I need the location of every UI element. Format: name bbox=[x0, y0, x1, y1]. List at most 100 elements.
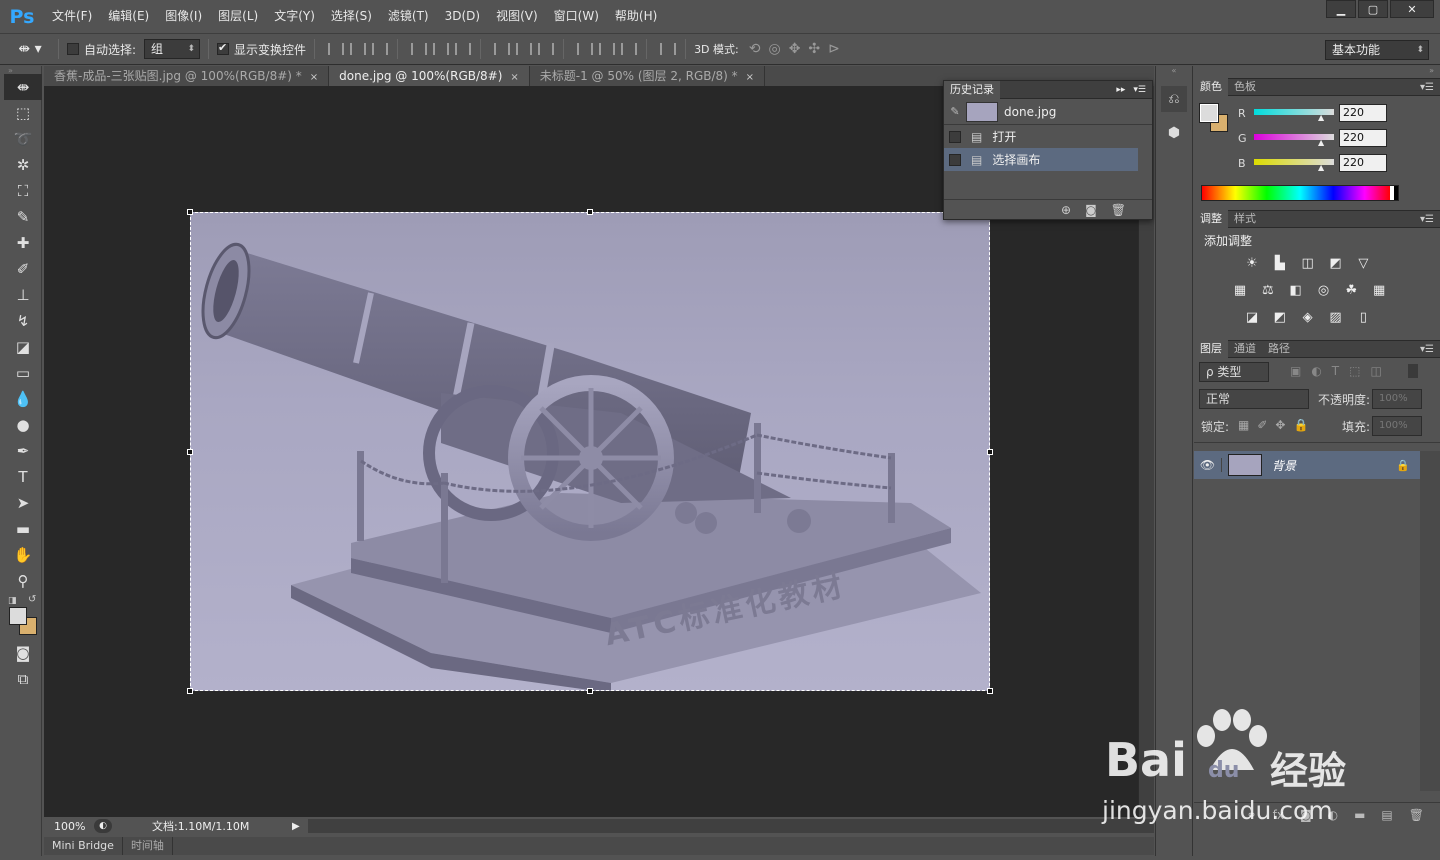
r-value-input[interactable]: 220 bbox=[1339, 104, 1387, 122]
pen-tool-icon[interactable]: ✒ bbox=[4, 438, 42, 464]
levels-icon[interactable]: ▙ bbox=[1271, 256, 1289, 272]
status-menu-icon[interactable]: ◐ bbox=[94, 819, 112, 833]
menu-edit[interactable]: 编辑(E) bbox=[100, 0, 157, 33]
magic-wand-icon[interactable]: ✲ bbox=[4, 152, 42, 178]
history-step[interactable]: ▤ 打开 bbox=[944, 125, 1152, 148]
selective-color-icon[interactable]: ▨ bbox=[1326, 310, 1344, 326]
history-brush-source-checkbox[interactable] bbox=[949, 130, 961, 143]
layer-filter-dropdown[interactable]: ρ 类型 bbox=[1199, 362, 1269, 382]
tab-document-active[interactable]: done.jpg @ 100%(RGB/8#) × bbox=[329, 66, 530, 86]
type-tool-icon[interactable]: T bbox=[4, 464, 42, 490]
menu-image[interactable]: 图像(I) bbox=[157, 0, 210, 33]
brightness-contrast-icon[interactable]: ☀ bbox=[1243, 256, 1261, 272]
document-canvas[interactable]: ATC标准化教材 bbox=[190, 212, 990, 691]
menu-type[interactable]: 文字(Y) bbox=[266, 0, 323, 33]
b-value-input[interactable]: 220 bbox=[1339, 154, 1387, 172]
menu-file[interactable]: 文件(F) bbox=[44, 0, 100, 33]
fill-input[interactable]: 100% bbox=[1372, 416, 1422, 436]
vibrance-icon[interactable]: ▽ bbox=[1354, 256, 1372, 272]
hue-saturation-icon[interactable]: ▦ bbox=[1231, 283, 1249, 299]
photo-filter-icon[interactable]: ◎ bbox=[1314, 283, 1332, 299]
tab-channels[interactable]: 通道 bbox=[1228, 340, 1262, 358]
color-balance-icon[interactable]: ⚖ bbox=[1259, 283, 1277, 299]
transform-handle[interactable] bbox=[587, 209, 593, 215]
hand-tool-icon[interactable]: ✋ bbox=[4, 542, 42, 568]
slider-thumb-icon[interactable]: ▲ bbox=[1318, 163, 1324, 172]
distribute-left-icon[interactable] bbox=[574, 40, 594, 58]
new-document-from-state-icon[interactable]: ⊕ bbox=[1061, 203, 1071, 217]
gradient-tool-icon[interactable]: ▭ bbox=[4, 360, 42, 386]
default-colors-icon[interactable]: ◨ bbox=[8, 596, 17, 606]
auto-select-dropdown[interactable]: 组 bbox=[144, 39, 201, 59]
g-value-input[interactable]: 220 bbox=[1339, 129, 1387, 147]
menu-help[interactable]: 帮助(H) bbox=[607, 0, 665, 33]
collapse-icon[interactable]: « bbox=[1156, 66, 1192, 78]
panel-menu-icon[interactable]: ▾☰ bbox=[1420, 214, 1434, 225]
tab-document[interactable]: 未标题-1 @ 50% (图层 2, RGB/8) * × bbox=[530, 66, 766, 86]
slider-thumb-icon[interactable]: ▲ bbox=[1318, 113, 1324, 122]
3d-rotate-icon[interactable]: ⟲ bbox=[749, 41, 761, 57]
panel-menu-icon[interactable]: ▾☰ bbox=[1420, 344, 1434, 355]
slider-thumb-icon[interactable]: ▲ bbox=[1318, 138, 1324, 147]
filter-toggle-icon[interactable] bbox=[1408, 364, 1418, 378]
tab-layers[interactable]: 图层 bbox=[1194, 340, 1228, 358]
trash-icon[interactable]: 🗑 bbox=[1409, 808, 1424, 822]
close-icon[interactable]: × bbox=[510, 72, 518, 83]
tab-swatches[interactable]: 色板 bbox=[1228, 78, 1262, 96]
3d-panel-icon[interactable]: ⬢ bbox=[1161, 120, 1187, 146]
tab-mini-bridge[interactable]: Mini Bridge bbox=[44, 837, 123, 855]
dodge-tool-icon[interactable]: ● bbox=[4, 412, 42, 438]
swap-colors-icon[interactable]: ↺ bbox=[28, 594, 36, 605]
shape-tool-icon[interactable]: ▬ bbox=[4, 516, 42, 542]
status-expand-icon[interactable]: ▶ bbox=[292, 821, 300, 832]
3d-pan-icon[interactable]: ✥ bbox=[789, 41, 801, 57]
invert-icon[interactable]: ◪ bbox=[1243, 310, 1261, 326]
history-step-selected[interactable]: ▤ 选择画布 bbox=[944, 148, 1138, 171]
posterize-icon[interactable]: ◩ bbox=[1271, 310, 1289, 326]
clone-stamp-icon[interactable]: ⊥ bbox=[4, 282, 42, 308]
transform-handle[interactable] bbox=[187, 209, 193, 215]
collapse-icon[interactable]: » bbox=[4, 66, 41, 75]
menu-layer[interactable]: 图层(L) bbox=[210, 0, 266, 33]
menu-select[interactable]: 选择(S) bbox=[323, 0, 380, 33]
distribute-top-icon[interactable] bbox=[491, 40, 511, 58]
menu-filter[interactable]: 滤镜(T) bbox=[380, 0, 437, 33]
layers-scrollbar[interactable] bbox=[1420, 451, 1440, 791]
history-brush-source-icon[interactable]: ✎ bbox=[944, 105, 966, 118]
zoom-level[interactable]: 100% bbox=[44, 820, 94, 833]
show-transform-checkbox[interactable] bbox=[217, 41, 230, 55]
align-left-icon[interactable] bbox=[408, 40, 428, 58]
foreground-color-swatch[interactable] bbox=[9, 607, 27, 625]
channel-mixer-icon[interactable]: ☘ bbox=[1342, 283, 1360, 299]
transform-handle[interactable] bbox=[987, 449, 993, 455]
menu-view[interactable]: 视图(V) bbox=[488, 0, 546, 33]
panel-menu-icon[interactable]: ▾☰ bbox=[1133, 85, 1146, 95]
menu-3d[interactable]: 3D(D) bbox=[437, 0, 488, 33]
close-icon[interactable]: × bbox=[746, 72, 754, 83]
exposure-icon[interactable]: ◩ bbox=[1326, 256, 1344, 272]
history-snapshot[interactable]: ✎ done.jpg bbox=[944, 99, 1152, 125]
blur-tool-icon[interactable]: 💧 bbox=[4, 386, 42, 412]
transform-handle[interactable] bbox=[187, 449, 193, 455]
lock-icons[interactable]: ▦✐✥🔒 bbox=[1238, 418, 1316, 432]
tab-adjustments[interactable]: 调整 bbox=[1194, 210, 1228, 228]
panel-collapse-icon[interactable]: ▸▸ bbox=[1116, 85, 1125, 95]
align-right-icon[interactable] bbox=[452, 40, 472, 58]
opacity-input[interactable]: 100% bbox=[1372, 389, 1422, 409]
marquee-tool-icon[interactable]: ⬚ bbox=[4, 100, 42, 126]
3d-slide-icon[interactable]: ✣ bbox=[808, 41, 820, 57]
history-panel-icon[interactable]: ⎌ bbox=[1161, 86, 1187, 112]
3d-scale-icon[interactable]: ⊳ bbox=[828, 41, 840, 57]
threshold-icon[interactable]: ◈ bbox=[1299, 310, 1317, 326]
3d-roll-icon[interactable]: ◎ bbox=[768, 41, 780, 57]
align-bottom-icon[interactable] bbox=[369, 40, 389, 58]
distribute-right-icon[interactable] bbox=[618, 40, 638, 58]
color-spectrum-ramp[interactable] bbox=[1201, 185, 1399, 201]
layer-row-background[interactable]: 👁 背景 🔒 bbox=[1194, 451, 1420, 479]
path-selection-icon[interactable]: ➤ bbox=[4, 490, 42, 516]
transform-handle[interactable] bbox=[187, 688, 193, 694]
move-tool-icon[interactable]: ⇼ bbox=[4, 74, 42, 100]
layer-name[interactable]: 背景 bbox=[1272, 457, 1296, 474]
auto-align-icon[interactable] bbox=[657, 40, 677, 58]
align-top-icon[interactable] bbox=[325, 40, 345, 58]
